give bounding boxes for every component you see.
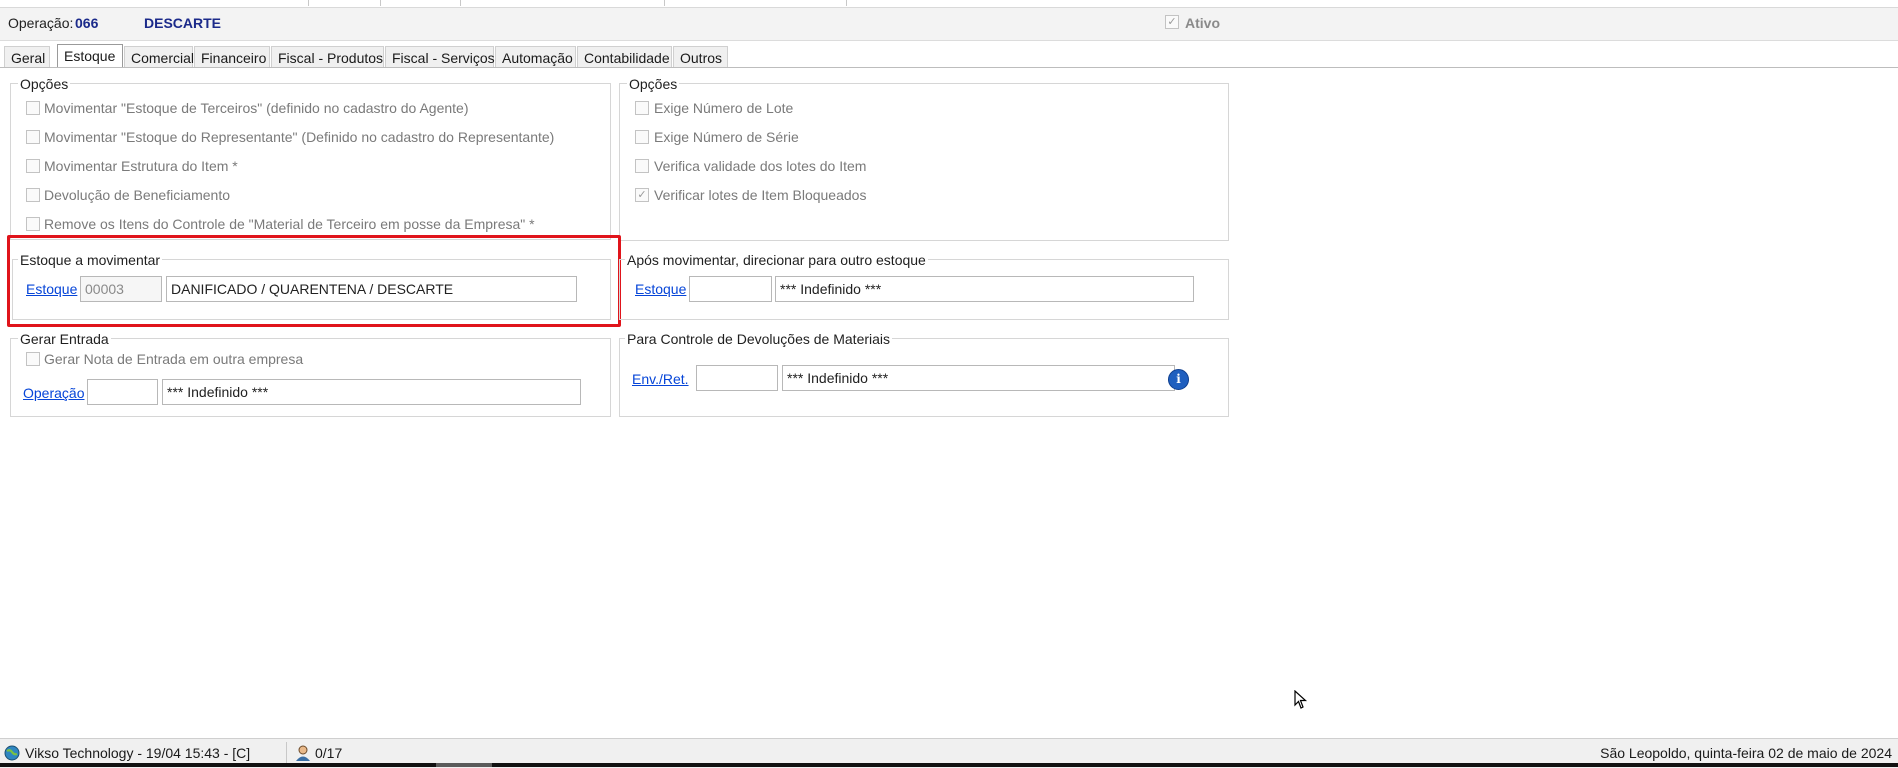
cb-remove-itens-controle[interactable]	[26, 217, 40, 231]
operation-header: Operação: 066 DESCARTE ✓ Ativo	[0, 8, 1898, 41]
apos-estoque-code-input[interactable]	[689, 276, 772, 302]
status-divider	[286, 742, 287, 764]
highlight-box	[7, 235, 621, 327]
left-options-legend: Opções	[18, 76, 71, 92]
cb-verificar-lotes-bloqueados-label: Verificar lotes de Item Bloqueados	[654, 187, 867, 203]
cb-gerar-nota-entrada-label: Gerar Nota de Entrada em outra empresa	[44, 351, 304, 367]
env-ret-description-input[interactable]: *** Indefinido ***	[782, 365, 1175, 391]
cb-estrutura-item-label: Movimentar Estrutura do Item *	[44, 158, 238, 174]
operacao-code-input[interactable]	[87, 379, 158, 405]
tab-fiscal-produtos[interactable]: Fiscal - Produtos	[271, 46, 384, 68]
controle-devolucoes-legend: Para Controle de Devoluções de Materiais	[625, 331, 893, 347]
status-company: Vikso Technology - 19/04 15:43 - [C]	[25, 745, 251, 761]
left-options-group: Opções Movimentar "Estoque de Terceiros"…	[10, 76, 611, 240]
tab-geral[interactable]: Geral	[4, 46, 50, 68]
tab-contabilidade[interactable]: Contabilidade	[577, 46, 672, 68]
cb-estrutura-item[interactable]	[26, 159, 40, 173]
status-location-date: São Leopoldo, quinta-feira 02 de maio de…	[1600, 745, 1892, 761]
gerar-entrada-legend: Gerar Entrada	[18, 331, 111, 347]
controle-devolucoes-group: Para Controle de Devoluções de Materiais…	[619, 331, 1229, 417]
mouse-cursor-icon	[1294, 690, 1308, 709]
operacao-description-input[interactable]: *** Indefinido ***	[162, 379, 581, 405]
env-ret-code-input[interactable]	[696, 365, 778, 391]
operation-code: 066	[75, 15, 99, 31]
operation-label: Operação:	[8, 15, 74, 31]
globe-icon	[4, 745, 20, 761]
apos-movimentar-legend: Após movimentar, direcionar para outro e…	[625, 252, 928, 268]
cb-estoque-representante[interactable]	[26, 130, 40, 144]
cb-verificar-lotes-bloqueados[interactable]: ✓	[635, 188, 649, 202]
tab-comercial[interactable]: Comercial	[124, 46, 194, 68]
cb-verifica-validade[interactable]	[635, 159, 649, 173]
cb-verifica-validade-label: Verifica validade dos lotes do Item	[654, 158, 867, 174]
active-checkbox[interactable]: ✓	[1165, 15, 1179, 29]
info-icon[interactable]: i	[1168, 369, 1189, 390]
cb-exige-serie-label: Exige Número de Série	[654, 129, 799, 145]
tab-financeiro[interactable]: Financeiro	[194, 46, 270, 68]
gerar-entrada-group: Gerar Entrada Gerar Nota de Entrada em o…	[10, 331, 611, 417]
cb-gerar-nota-entrada[interactable]	[26, 352, 40, 366]
status-users: 0/17	[315, 745, 343, 761]
tab-automacao[interactable]: Automação	[495, 46, 576, 68]
cb-exige-serie[interactable]	[635, 130, 649, 144]
cb-exige-lote-label: Exige Número de Lote	[654, 100, 794, 116]
apos-estoque-link[interactable]: Estoque	[635, 281, 686, 297]
users-icon	[296, 745, 310, 761]
operacao-link[interactable]: Operação	[23, 385, 84, 401]
right-options-group: Opções Exige Número de Lote Exige Número…	[619, 76, 1229, 241]
tab-outros[interactable]: Outros	[673, 46, 728, 68]
cb-remove-itens-controle-label: Remove os Itens do Controle de "Material…	[44, 216, 535, 232]
cb-devolucao-beneficiamento[interactable]	[26, 188, 40, 202]
tab-divider	[0, 67, 1898, 68]
apos-movimentar-group: Após movimentar, direcionar para outro e…	[619, 252, 1229, 320]
cb-estoque-terceiros[interactable]	[26, 101, 40, 115]
tab-fiscal-servicos[interactable]: Fiscal - Serviços	[385, 46, 495, 68]
apos-estoque-description-input[interactable]: *** Indefinido ***	[775, 276, 1194, 302]
right-options-legend: Opções	[627, 76, 680, 92]
window-top-strip	[0, 0, 1898, 8]
taskbar-edge	[0, 763, 1898, 767]
env-ret-link[interactable]: Env./Ret.	[632, 371, 689, 387]
active-label: Ativo	[1185, 15, 1220, 31]
cb-estoque-terceiros-label: Movimentar "Estoque de Terceiros" (defin…	[44, 100, 469, 116]
operation-name: DESCARTE	[144, 15, 222, 31]
tab-estoque[interactable]: Estoque	[57, 44, 123, 68]
cb-estoque-representante-label: Movimentar "Estoque do Representante" (D…	[44, 129, 555, 145]
taskbar-indicator	[436, 763, 492, 767]
cb-devolucao-beneficiamento-label: Devolução de Beneficiamento	[44, 187, 231, 203]
cb-exige-lote[interactable]	[635, 101, 649, 115]
